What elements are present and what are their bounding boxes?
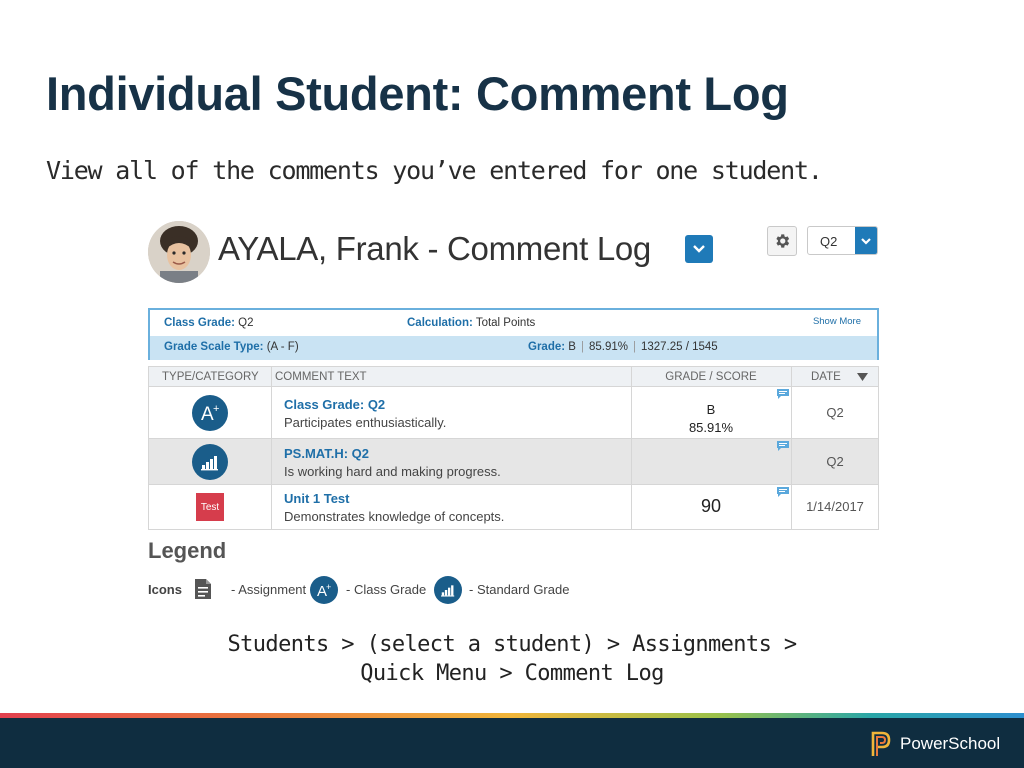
student-menu-dropdown[interactable] <box>685 235 713 263</box>
show-more-link[interactable]: Show More <box>813 316 861 327</box>
class-grade-value: Q2 <box>238 317 254 329</box>
column-header-date-label: DATE <box>811 371 841 383</box>
grade-scale-label: Grade Scale Type: <box>164 341 264 353</box>
calculation-value: Total Points <box>475 317 536 329</box>
comment-text: Participates enthusiastically. <box>284 415 447 430</box>
grade-letter-cell: B <box>706 402 716 417</box>
chevron-down-icon <box>861 238 871 245</box>
grade-label: Grade: <box>528 341 566 353</box>
comment-log-table: TYPE/CATEGORY COMMENT TEXT GRADE / SCORE… <box>148 366 879 530</box>
navigation-path: Students > (select a student) > Assignme… <box>0 630 1024 688</box>
grade-field: Grade: B | 85.91% | 1327.25 / 1545 <box>528 341 718 353</box>
powerschool-brand-name: PowerSchool <box>900 734 1001 753</box>
assignment-icon <box>195 579 211 599</box>
column-divider <box>271 367 272 529</box>
page-heading: AYALA, Frank - Comment Log <box>218 230 651 267</box>
chevron-down-icon <box>693 245 705 253</box>
powerschool-logo-icon <box>871 731 891 756</box>
comment-icon[interactable] <box>777 389 789 399</box>
comment-title[interactable]: Class Grade: Q2 <box>284 397 385 412</box>
term-select[interactable]: Q2 <box>807 226 878 255</box>
table-row[interactable]: PS.MAT.H: Q2 Is working hard and making … <box>149 439 878 485</box>
grade-points: 1327.25 / 1545 <box>640 341 718 353</box>
grade-percent: 85.91% <box>588 341 628 353</box>
calculation-label: Calculation: <box>407 317 473 329</box>
grade-summary-row: Grade Scale Type: (A - F) Grade: B | 85.91… <box>150 336 877 360</box>
slide-title: Individual Student: Comment Log <box>46 67 789 120</box>
column-header-type[interactable]: TYPE/CATEGORY <box>149 367 271 387</box>
slide-subtitle: View all of the comments you’ve entered … <box>46 156 823 185</box>
grade-letter: B <box>568 341 576 353</box>
comment-icon[interactable] <box>777 441 789 451</box>
comment-date: Q2 <box>826 405 844 420</box>
legend-class-grade: - Class Grade <box>346 582 427 597</box>
comment-date: 1/14/2017 <box>806 499 864 514</box>
navigation-path-line-1: Students > (select a student) > Assignme… <box>227 632 797 657</box>
comment-icon[interactable] <box>777 487 789 497</box>
comment-title[interactable]: PS.MAT.H: Q2 <box>284 446 369 461</box>
legend-standard-grade: - Standard Grade <box>469 582 570 597</box>
comment-text: Demonstrates knowledge of concepts. <box>284 509 505 524</box>
class-grade-icon: A + <box>310 576 338 604</box>
column-header-date[interactable]: DATE <box>791 367 878 387</box>
table-row[interactable]: Test Unit 1 Test Demonstrates knowledge … <box>149 485 878 529</box>
powerschool-logo: PowerSchool <box>870 729 1000 759</box>
grade-scale-field: Grade Scale Type: (A - F) <box>164 341 299 353</box>
gear-icon <box>776 234 790 248</box>
test-category-badge: Test <box>196 493 224 521</box>
legend-assignment: - Assignment <box>231 582 307 597</box>
class-grade-label: Class Grade: <box>164 317 235 329</box>
column-header-comment[interactable]: COMMENT TEXT <box>271 367 631 387</box>
comment-text: Is working hard and making progress. <box>284 464 501 479</box>
column-divider <box>631 367 632 529</box>
grade-summary: Class Grade: Q2 Calculation: Total Point… <box>148 308 879 360</box>
comment-date: Q2 <box>826 454 844 469</box>
legend-icons-label: Icons <box>148 582 182 597</box>
column-divider <box>791 367 792 529</box>
grade-scale-value: (A - F) <box>266 341 299 353</box>
column-header-grade[interactable]: GRADE / SCORE <box>631 367 791 387</box>
navigation-path-line-2: Quick Menu > Comment Log <box>360 661 664 686</box>
svg-text:+: + <box>213 403 219 415</box>
legend-icons: Icons - Assignment A + - Class Grade - St… <box>148 576 668 604</box>
class-grade-field: Class Grade: Q2 <box>164 317 254 329</box>
legend-title: Legend <box>148 538 227 563</box>
table-row[interactable]: A + Class Grade: Q2 Participates enthusia… <box>149 387 878 439</box>
standard-grade-icon <box>434 576 462 604</box>
comment-title[interactable]: Unit 1 Test <box>284 491 350 506</box>
term-select-toggle[interactable] <box>855 227 877 254</box>
score-cell: 90 <box>700 496 722 516</box>
student-avatar <box>148 221 210 283</box>
calculation-field: Calculation: Total Points <box>407 317 535 329</box>
settings-button[interactable] <box>767 226 797 256</box>
sort-down-icon <box>857 373 868 381</box>
class-grade-icon: A + <box>192 395 228 431</box>
standard-grade-icon <box>192 444 228 480</box>
term-select-value: Q2 <box>820 234 838 249</box>
svg-text:+: + <box>326 582 331 592</box>
grade-percent-cell: 85.91% <box>688 420 734 435</box>
